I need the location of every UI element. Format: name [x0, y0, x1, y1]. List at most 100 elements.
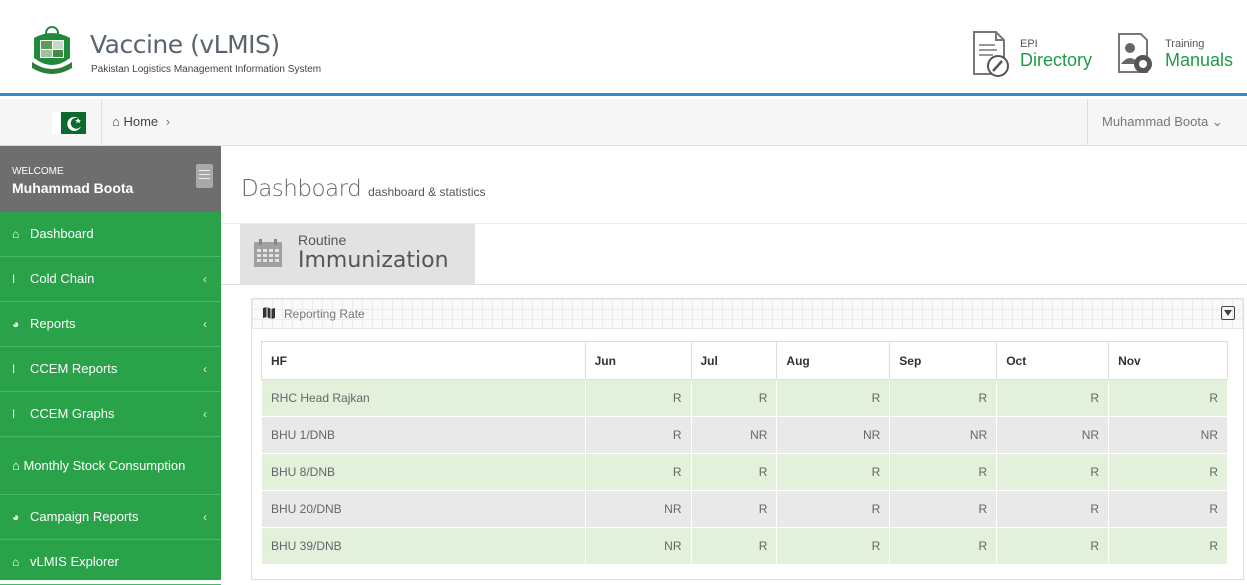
app-subtitle: Pakistan Logistics Management Informatio…	[91, 64, 322, 75]
table-cell: R	[889, 453, 998, 491]
breadcrumb-home-link[interactable]: Home	[123, 114, 158, 129]
thermometer-icon: ǀ	[12, 272, 16, 286]
sidebar-item-cold-chain[interactable]: ǀ Cold Chain ‹	[0, 257, 221, 302]
table-cell: R	[690, 453, 778, 491]
breadcrumb-chevron-icon: ›	[165, 114, 171, 129]
table-cell-hf: BHU 20/DNB	[261, 490, 586, 528]
portlet-title: Reporting Rate	[284, 307, 365, 321]
table-cell: R	[1108, 527, 1228, 565]
map-icon	[263, 307, 275, 319]
table-cell: NR	[889, 416, 998, 454]
sidebar-item-label: CCEM Reports	[30, 361, 118, 376]
thermometer-icon: ǀ	[12, 407, 16, 421]
chevron-left-icon: ‹	[203, 317, 207, 331]
table-cell: R	[584, 453, 692, 491]
sidebar-item-label: Campaign Reports	[30, 509, 139, 524]
table-cell-hf: BHU 1/DNB	[261, 416, 586, 454]
sidebar-item-monthly-stock-consumption[interactable]: ⌂ Monthly Stock Consumption	[0, 437, 221, 495]
table-cell: R	[584, 379, 692, 417]
table-cell: R	[690, 379, 778, 417]
table-cell: NR	[1108, 416, 1228, 454]
table-cell: R	[776, 379, 891, 417]
table-cell: R	[1108, 379, 1228, 417]
table-cell: R	[584, 416, 692, 454]
sidebar-item-label: vLMIS Explorer	[30, 554, 119, 569]
thermometer-icon: ǀ	[12, 362, 16, 376]
table-cell: NR	[584, 490, 692, 528]
welcome-panel: WELCOME Muhammad Boota	[0, 146, 221, 212]
table-cell: R	[996, 379, 1110, 417]
sidebar-item-reports[interactable]: ◕ Reports ‹	[0, 302, 221, 347]
training-manuals-link[interactable]: Training Manuals	[1115, 30, 1233, 78]
app-title: Vaccine (vLMIS)	[90, 30, 280, 59]
pie-chart-icon: ◕	[12, 510, 20, 524]
table-cell: R	[889, 490, 998, 528]
welcome-label: WELCOME	[12, 166, 64, 177]
tab-routine-immunization[interactable]: Routine Immunization	[240, 224, 475, 285]
sidebar-item-ccem-reports[interactable]: ǀ CCEM Reports ‹	[0, 347, 221, 392]
main-content: Dashboard dashboard & statistics Routine…	[221, 146, 1247, 580]
training-label: Training	[1165, 38, 1205, 50]
chevron-left-icon: ‹	[203, 407, 207, 421]
home-icon: ⌂	[12, 457, 24, 473]
manuals-icon	[1118, 33, 1152, 73]
sidebar: WELCOME Muhammad Boota ⌂ Dashboard ǀ Col…	[0, 146, 221, 585]
column-header: Aug	[776, 341, 891, 380]
pakistan-flag-icon	[52, 112, 86, 134]
sidebar-item-dashboard[interactable]: ⌂ Dashboard	[0, 212, 221, 257]
page-title: Dashboard dashboard & statistics	[241, 176, 486, 202]
table-cell: NR	[584, 527, 692, 565]
table-cell: R	[776, 453, 891, 491]
table-cell: R	[996, 490, 1110, 528]
table-cell: R	[1108, 453, 1228, 491]
page-title-text: Dashboard	[241, 176, 362, 202]
home-icon: ⌂	[12, 227, 20, 241]
table-cell: R	[776, 527, 891, 565]
column-header: Jun	[584, 341, 692, 380]
sidebar-toggle-button[interactable]	[196, 164, 213, 188]
epi-directory-link[interactable]: EPI Directory	[970, 30, 1092, 78]
table-cell-hf: BHU 39/DNB	[261, 527, 586, 565]
top-navbar: ⌂ Home › Muhammad Boota ⌄	[0, 99, 1247, 146]
table-row: BHU 1/DNB R NR NR NR NR NR	[261, 416, 1228, 454]
epi-label: EPI	[1020, 38, 1038, 50]
topbar-divider	[101, 99, 102, 146]
tab-line1: Routine	[298, 232, 347, 248]
table-cell: R	[690, 527, 778, 565]
sidebar-item-label: CCEM Graphs	[30, 406, 115, 421]
breadcrumb: ⌂ Home ›	[112, 114, 170, 129]
table-row: BHU 39/DNB NR R R R R R	[261, 527, 1228, 565]
page-subtitle: dashboard & statistics	[368, 185, 486, 199]
table-cell: R	[690, 490, 778, 528]
table-cell: R	[776, 490, 891, 528]
user-menu-dropdown[interactable]: Muhammad Boota ⌄	[1087, 99, 1247, 146]
sidebar-item-text: Monthly Stock Consumption	[23, 457, 186, 473]
manuals-label: Manuals	[1165, 50, 1234, 70]
calendar-icon	[254, 239, 282, 267]
sidebar-item-vlmis-explorer[interactable]: ⌂ vLMIS Explorer	[0, 540, 221, 585]
table-cell: R	[996, 527, 1110, 565]
sidebar-item-campaign-reports[interactable]: ◕ Campaign Reports ‹	[0, 495, 221, 540]
table-cell: NR	[690, 416, 778, 454]
table-row: BHU 8/DNB R R R R R R	[261, 453, 1228, 491]
home-icon: ⌂	[112, 114, 120, 129]
chevron-down-icon	[1224, 310, 1232, 316]
column-header: Nov	[1108, 341, 1228, 380]
user-name: Muhammad Boota	[1102, 114, 1209, 129]
sidebar-item-label: Reports	[30, 316, 76, 331]
sidebar-item-ccem-graphs[interactable]: ǀ CCEM Graphs ‹	[0, 392, 221, 437]
app-header: Vaccine (vLMIS) Pakistan Logistics Manag…	[0, 0, 1247, 96]
state-emblem-logo[interactable]	[26, 24, 78, 76]
home-icon: ⌂	[12, 555, 20, 569]
table-cell: NR	[776, 416, 891, 454]
column-header: Jul	[690, 341, 778, 380]
table-cell-hf: BHU 8/DNB	[261, 453, 586, 491]
collapse-button[interactable]	[1221, 306, 1235, 320]
table-cell-hf: RHC Head Rajkan	[261, 379, 586, 417]
chevron-left-icon: ‹	[203, 362, 207, 376]
table-cell: R	[996, 453, 1110, 491]
chevron-left-icon: ‹	[203, 510, 207, 524]
reporting-rate-portlet: Reporting Rate HF Jun Jul Aug Sep Oct No…	[251, 298, 1244, 580]
sidebar-item-label: ⌂ Monthly Stock Consumption	[12, 457, 185, 475]
table-cell: NR	[996, 416, 1110, 454]
